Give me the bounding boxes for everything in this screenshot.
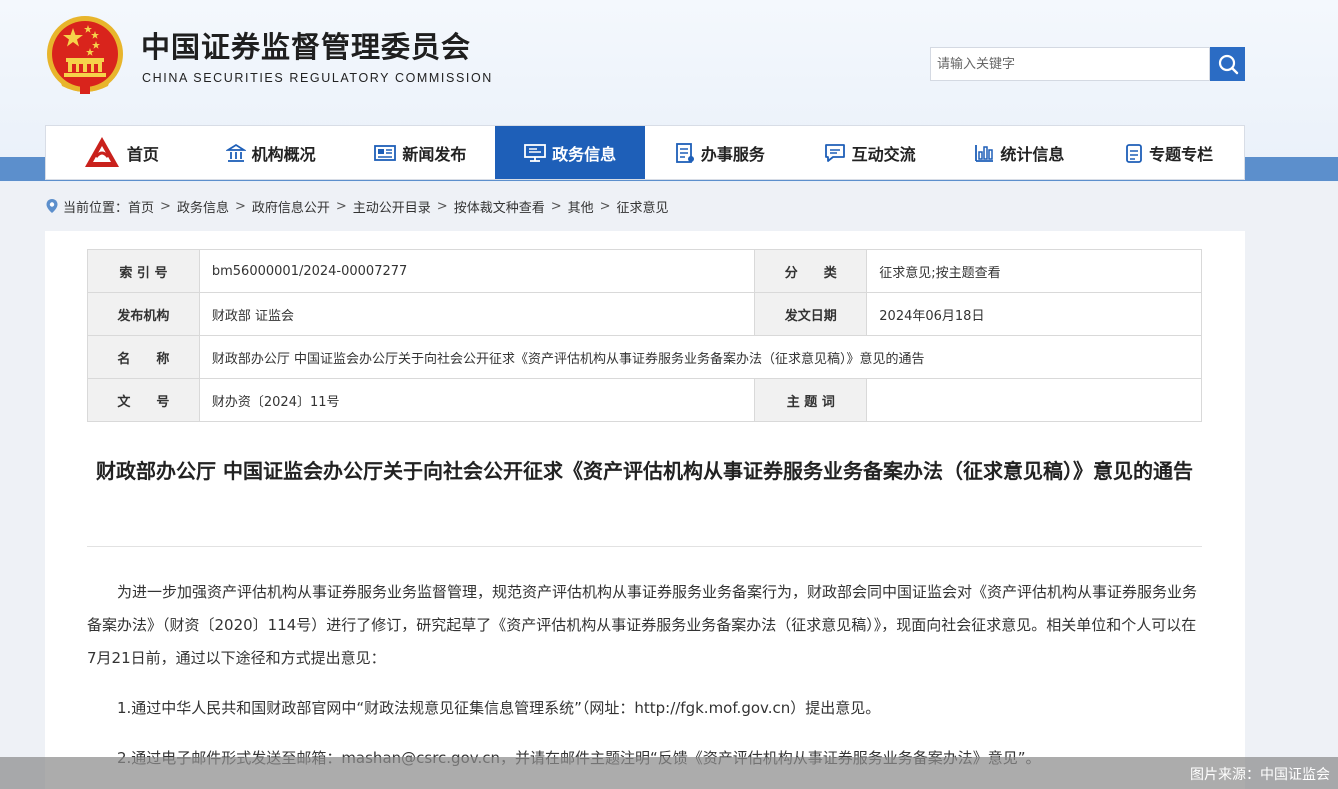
nav-label: 办事服务 (700, 144, 765, 164)
nav-label: 机构概况 (251, 144, 316, 164)
document-list-icon (675, 142, 694, 163)
nav-item-special-topics[interactable]: 专题专栏 (1094, 126, 1244, 179)
breadcrumb-separator: > (335, 198, 347, 214)
breadcrumb-link[interactable]: 征求意见 (617, 197, 669, 216)
search-input[interactable] (930, 47, 1210, 81)
chat-icon (824, 143, 845, 162)
breadcrumb-link[interactable]: 政务信息 (177, 197, 229, 216)
doc-number-value: 财办资〔2024〕11号 (198, 378, 756, 422)
body-paragraph: 1.通过中华人民共和国财政部官网中“财政法规意见征集信息管理系统”（网址：htt… (117, 699, 881, 717)
nav-item-about[interactable]: 机构概况 (196, 126, 346, 179)
breadcrumb: 当前位置： 首页 > 政务信息 > 政府信息公开 > 主动公开目录 > 按体裁文… (45, 197, 669, 216)
category-label: 分 类 (754, 249, 868, 293)
bar-chart-icon (975, 144, 994, 162)
clipboard-icon (1126, 143, 1143, 163)
issuer-value: 财政部 证监会 (198, 292, 756, 336)
search-button[interactable] (1210, 47, 1245, 81)
breadcrumb-link[interactable]: 首页 (128, 197, 154, 216)
breadcrumb-separator: > (436, 198, 448, 214)
table-row: 文 号 财办资〔2024〕11号 主 题 词 (87, 378, 1202, 422)
nav-item-news[interactable]: 新闻发布 (346, 126, 496, 179)
building-icon (225, 143, 246, 162)
image-caption-bar: 图片来源：中国证监会 (0, 757, 1338, 789)
breadcrumb-separator: > (599, 198, 611, 214)
table-row: 发布机构 财政部 证监会 发文日期 2024年06月18日 (87, 292, 1202, 336)
breadcrumb-link[interactable]: 政府信息公开 (252, 197, 330, 216)
site-title: 中国证券监督管理委员会 (141, 30, 472, 64)
date-value: 2024年06月18日 (866, 292, 1202, 336)
main-nav: 首页 机构概况 新闻发布 政务信息 办事服务 互动交流 统计信息 专题专栏 (45, 125, 1245, 180)
keywords-label: 主 题 词 (754, 378, 868, 422)
name-value: 财政部办公厅 中国证监会办公厅关于向社会公开征求《资产评估机构从事证券服务业务备… (198, 335, 1203, 379)
category-value: 征求意见;按主题查看 (866, 249, 1202, 293)
nav-label: 新闻发布 (402, 144, 467, 164)
breadcrumb-separator: > (550, 198, 562, 214)
nav-label: 专题专栏 (1149, 144, 1214, 164)
monitor-icon (524, 143, 547, 162)
body-paragraph: 为进一步加强资产评估机构从事证券服务业务监督管理，规范资产评估机构从事证券服务业… (87, 583, 1198, 667)
breadcrumb-link[interactable]: 主动公开目录 (353, 197, 431, 216)
table-row: 索 引 号 bm56000001/2024-00007277 分 类 征求意见;… (87, 249, 1202, 293)
breadcrumb-link[interactable]: 其他 (568, 197, 594, 216)
search-box (930, 47, 1245, 81)
document-title: 财政部办公厅 中国证监会办公厅关于向社会公开征求《资产评估机构从事证券服务业务备… (96, 459, 1193, 483)
content-panel: 索 引 号 bm56000001/2024-00007277 分 类 征求意见;… (45, 231, 1245, 789)
nav-label: 互动交流 (851, 144, 916, 164)
breadcrumb-separator: > (234, 198, 246, 214)
national-emblem-icon (47, 16, 123, 94)
csrc-logo-icon (84, 136, 119, 167)
nav-item-home[interactable]: 首页 (46, 126, 196, 179)
nav-item-statistics[interactable]: 统计信息 (945, 126, 1095, 179)
nav-label: 统计信息 (1000, 144, 1065, 164)
nav-item-interaction[interactable]: 互动交流 (795, 126, 945, 179)
index-value: bm56000001/2024-00007277 (198, 249, 756, 293)
nav-label: 首页 (126, 144, 159, 164)
doc-number-label: 文 号 (87, 378, 200, 422)
divider (87, 546, 1202, 547)
breadcrumb-link[interactable]: 按体裁文种查看 (454, 197, 545, 216)
nav-label: 政务信息 (552, 144, 617, 164)
breadcrumb-separator: > (160, 198, 171, 214)
image-source-caption: 图片来源：中国证监会 (1190, 767, 1330, 783)
location-pin-icon (46, 199, 58, 213)
name-label: 名 称 (87, 335, 200, 379)
breadcrumb-prefix: 当前位置： (63, 200, 129, 216)
nav-item-government-info[interactable]: 政务信息 (495, 126, 645, 179)
table-row: 名 称 财政部办公厅 中国证监会办公厅关于向社会公开征求《资产评估机构从事证券服… (87, 335, 1203, 379)
index-label: 索 引 号 (87, 249, 200, 293)
issuer-label: 发布机构 (87, 292, 200, 336)
nav-item-services[interactable]: 办事服务 (645, 126, 795, 179)
site-subtitle: CHINA SECURITIES REGULATORY COMMISSION (142, 71, 493, 85)
date-label: 发文日期 (754, 292, 868, 336)
document-metadata-table: 索 引 号 bm56000001/2024-00007277 分 类 征求意见;… (87, 249, 1203, 422)
keywords-value (866, 378, 1202, 422)
search-icon (1218, 54, 1238, 75)
newspaper-icon (374, 144, 397, 161)
